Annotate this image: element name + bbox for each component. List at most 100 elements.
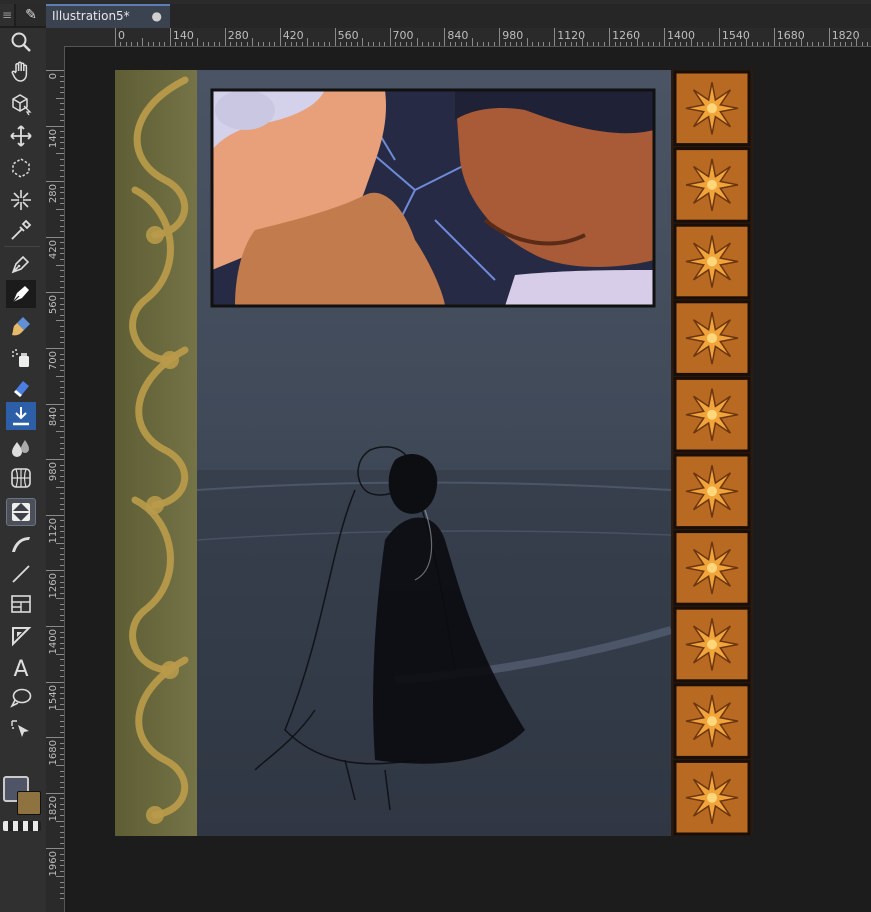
move-arrows-icon[interactable] — [6, 122, 36, 150]
ruler-tick — [285, 42, 287, 46]
ruler-label: 700 — [392, 29, 414, 42]
ruler-tick — [46, 570, 64, 572]
ruler-tick — [60, 614, 64, 616]
ruler-tick — [60, 342, 64, 344]
calligraphy-pen-icon[interactable] — [6, 280, 36, 308]
vertical-ruler[interactable]: 0 140 280 420 560 700 840 980 1120 1260 1400 1540 16… — [46, 46, 65, 912]
transform-3d-icon[interactable] — [6, 90, 36, 118]
quick-brush-icon[interactable]: ✎ — [16, 4, 46, 26]
ruler-tick — [60, 787, 64, 789]
ruler-tick — [60, 448, 64, 450]
ruler-tick — [653, 42, 655, 46]
ruler-label: 1120 — [48, 517, 59, 544]
ruler-tick — [867, 42, 869, 46]
ruler-tick — [60, 142, 64, 144]
ruler-tick — [548, 42, 550, 46]
ruler-label: 980 — [48, 462, 59, 482]
ruler-tick — [323, 42, 325, 46]
ruler-tick — [60, 703, 64, 705]
horizontal-ruler[interactable]: 0 140 280 420 560 700 840 980 1120 1260 1400 1540 16… — [64, 28, 871, 47]
ruler-tick — [60, 742, 64, 744]
ruler-tick — [60, 281, 64, 283]
ruler-tick — [60, 831, 64, 833]
document-tab[interactable]: Illustration5* ● — [46, 4, 170, 28]
fill-bucket-icon[interactable] — [6, 402, 36, 430]
ruler-tick — [136, 42, 138, 46]
ruler-tick — [60, 726, 64, 728]
object-select-arrow-icon[interactable] — [6, 716, 36, 744]
ruler-tick — [466, 42, 468, 46]
unsaved-indicator-icon[interactable]: ● — [152, 6, 162, 27]
ruler-tick — [60, 247, 64, 249]
ruler-tick — [56, 542, 64, 544]
perspective-grid-icon[interactable] — [6, 464, 36, 492]
ruler-tick — [60, 553, 64, 555]
text-tool-icon[interactable]: A — [6, 654, 36, 682]
ruler-tick — [691, 38, 693, 46]
ruler-label: 140 — [172, 29, 194, 42]
ruler-tick — [60, 242, 64, 244]
frame-panel-icon[interactable] — [6, 590, 36, 618]
ruler-tick — [609, 28, 611, 46]
hamburger-menu-icon[interactable]: ≡ — [0, 4, 14, 26]
ruler-tick — [60, 575, 64, 577]
ruler-tick — [125, 42, 127, 46]
ruler-tick — [839, 42, 841, 46]
ruler-tick — [373, 42, 375, 46]
eraser-icon[interactable] — [6, 374, 36, 402]
artwork-canvas[interactable] — [115, 70, 753, 836]
ruler-tick — [449, 42, 451, 46]
background-color-swatch[interactable] — [17, 791, 41, 815]
speech-balloon-icon[interactable] — [6, 684, 36, 712]
ruler-tick — [779, 42, 781, 46]
ruler-label: 280 — [48, 184, 59, 204]
ruler-tick — [60, 108, 64, 110]
ruler-tick — [60, 86, 64, 88]
ruler-tick — [60, 720, 64, 722]
ruler-corner — [46, 28, 64, 46]
airbrush-icon[interactable] — [6, 344, 36, 372]
ruler-tick — [60, 865, 64, 867]
ruler-tick — [60, 492, 64, 494]
zoom-tool-icon[interactable] — [6, 28, 36, 56]
ruler-tick — [493, 42, 495, 46]
ruler-tick — [60, 826, 64, 828]
transparent-color-swatch[interactable] — [3, 821, 41, 831]
blend-drops-icon[interactable] — [6, 434, 36, 462]
gradient-tool-icon[interactable] — [6, 498, 36, 526]
ruler-label: 560 — [48, 295, 59, 315]
ruler-tick — [296, 42, 298, 46]
eyedropper-icon[interactable] — [6, 216, 36, 244]
ruler-tick — [246, 42, 248, 46]
ruler-tick — [60, 470, 64, 472]
ruler-tick — [60, 798, 64, 800]
ruler-tick — [60, 853, 64, 855]
magic-wand-icon[interactable] — [6, 186, 36, 214]
ruler-tick — [510, 42, 512, 46]
ruler-tick — [219, 42, 221, 46]
ruler-tick — [56, 598, 64, 600]
ruler-tick — [642, 42, 644, 46]
ruler-tick — [488, 42, 490, 46]
ruler-tick — [60, 120, 64, 122]
ruler-tick — [60, 481, 64, 483]
ruler-label: 140 — [48, 128, 59, 148]
brush-icon[interactable] — [6, 312, 36, 340]
ruler-tick — [345, 42, 347, 46]
ruler-tick — [674, 42, 676, 46]
ruler-tick — [356, 42, 358, 46]
ruler-tick — [636, 38, 638, 46]
pan-hand-icon[interactable] — [6, 58, 36, 86]
ruler-tick — [405, 42, 407, 46]
pen-nib-icon[interactable] — [6, 250, 36, 278]
lasso-selection-icon[interactable] — [6, 154, 36, 182]
ruler-tick — [554, 28, 556, 46]
curve-tool-icon[interactable] — [6, 530, 36, 558]
ruler-tick — [60, 314, 64, 316]
line-tool-icon[interactable] — [6, 560, 36, 588]
ruler-tick — [60, 192, 64, 194]
ruler-tick — [812, 42, 814, 46]
ruler-triangle-icon[interactable] — [6, 622, 36, 650]
ruler-tick — [60, 331, 64, 333]
ruler-tick — [735, 42, 737, 46]
